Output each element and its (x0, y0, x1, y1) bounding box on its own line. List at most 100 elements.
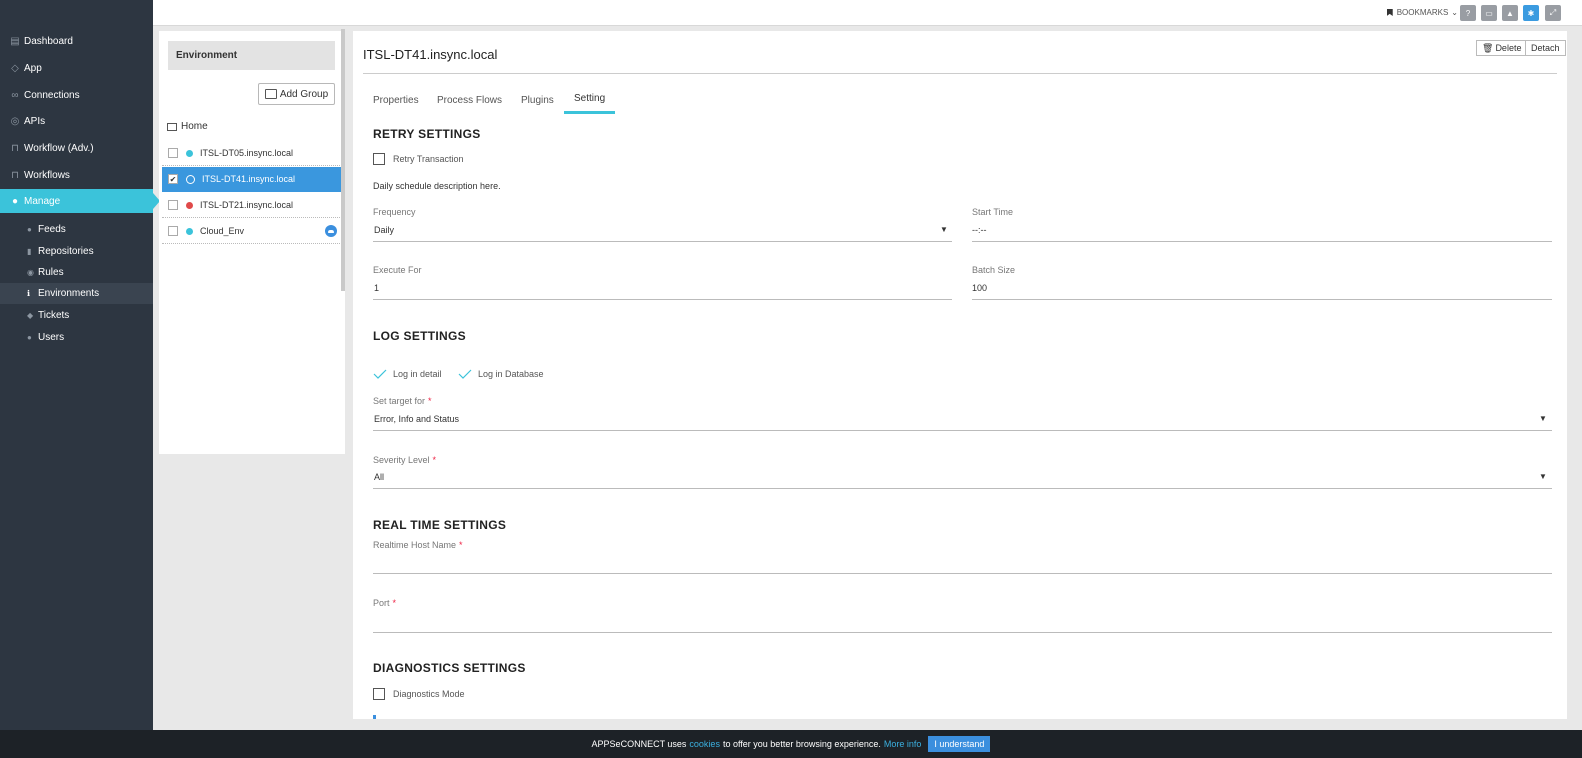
nav-label: Workflows (24, 169, 70, 181)
chat-icon[interactable]: ▭ (1481, 5, 1497, 21)
env-row[interactable]: Cloud_Env (162, 219, 342, 244)
env-name: ITSL-DT05.insync.local (200, 148, 294, 158)
nav-label: Connections (24, 89, 80, 101)
env-row[interactable]: ITSL-DT05.insync.local (162, 141, 342, 166)
subnav-label: Environments (38, 288, 100, 299)
schedule-description: Daily schedule description here. (373, 181, 501, 191)
env-checkbox[interactable]: ✔ (168, 174, 178, 184)
frequency-select[interactable]: Daily (374, 225, 394, 235)
focus-indicator (373, 715, 376, 719)
log-in-detail-label: Log in detail (393, 369, 442, 379)
i-understand-button[interactable]: I understand (928, 736, 991, 752)
start-time-input[interactable]: --:-- (972, 225, 987, 235)
subnav-users[interactable]: ● Users (0, 327, 153, 348)
required-mark: * (432, 455, 437, 465)
nav-label: Workflow (Adv.) (24, 142, 94, 154)
diagnostics-mode-checkbox[interactable]: Diagnostics Mode (373, 688, 465, 700)
panel-scrollbar[interactable] (341, 29, 345, 291)
cookie-banner: APPSeCONNECT uses cookies to offer you b… (0, 730, 1582, 758)
title-divider (363, 73, 1557, 74)
connections-icon: ∞ (11, 89, 19, 101)
home-folder[interactable]: Home (167, 121, 208, 132)
subnav-repositories[interactable]: ▮ Repositories (0, 241, 153, 262)
nav-manage[interactable]: ● Manage (0, 189, 160, 213)
cookies-link[interactable]: cookies (689, 739, 720, 749)
retry-transaction-checkbox[interactable]: Retry Transaction (373, 153, 464, 165)
subnav-tickets[interactable]: ◆ Tickets (0, 305, 153, 326)
execute-for-label: Execute For (373, 265, 422, 275)
execute-for-input[interactable]: 1 (374, 283, 379, 293)
checkbox-box[interactable] (373, 153, 385, 165)
subnav-environments[interactable]: ℹ Environments (0, 283, 153, 304)
env-checkbox[interactable] (168, 226, 178, 236)
batch-size-input[interactable]: 100 (972, 283, 987, 293)
chevron-down-icon: ⌄ (1451, 8, 1458, 17)
tab-setting[interactable]: Setting (564, 86, 616, 114)
nav-label: App (24, 62, 42, 74)
nav-workflow-adv[interactable]: ⊓ Workflow (Adv.) (0, 136, 153, 160)
tab-properties[interactable]: Properties (363, 86, 429, 114)
nav-label: Dashboard (24, 35, 73, 47)
severity-underline (373, 488, 1552, 489)
batch-size-label: Batch Size (972, 265, 1016, 275)
tab-process-flows[interactable]: Process Flows (427, 86, 512, 114)
env-checkbox[interactable] (168, 148, 178, 158)
rules-icon: ◉ (27, 268, 34, 277)
users-icon: ● (27, 333, 32, 342)
required-mark: * (428, 396, 432, 406)
frequency-underline (373, 241, 952, 242)
dropdown-caret-icon[interactable]: ▼ (1539, 472, 1547, 481)
status-dot-icon (186, 201, 193, 209)
subnav-label: Tickets (38, 310, 70, 321)
batch-size-underline (972, 299, 1552, 300)
nav-app[interactable]: ◇ App (0, 56, 153, 80)
diagnostics-mode-label: Diagnostics Mode (393, 689, 465, 699)
severity-level-label: Severity Level * (373, 455, 436, 465)
subnav-label: Users (38, 332, 65, 343)
delete-button[interactable]: 🗑 Delete (1476, 40, 1528, 56)
checkmark-icon (373, 369, 387, 379)
subnav-feeds[interactable]: ● Feeds (0, 219, 153, 240)
frequency-label: Frequency (373, 207, 416, 217)
set-target-select[interactable]: Error, Info and Status (374, 414, 459, 424)
help-icon[interactable]: ? (1460, 5, 1476, 21)
page-title: ITSL-DT41.insync.local (363, 47, 498, 62)
env-name: Cloud_Env (200, 226, 245, 236)
set-target-underline (373, 430, 1552, 431)
env-row[interactable]: ITSL-DT21.insync.local (162, 193, 342, 218)
severity-label-text: Severity Level (373, 455, 430, 465)
app-icon: ◇ (11, 62, 19, 74)
dropdown-caret-icon[interactable]: ▼ (1539, 414, 1547, 423)
env-checkbox[interactable] (168, 200, 178, 210)
start-time-label: Start Time (972, 207, 1014, 217)
bell-icon[interactable]: ▲ (1502, 5, 1518, 21)
dropdown-caret-icon[interactable]: ▼ (940, 225, 948, 234)
checkbox-box[interactable] (373, 688, 385, 700)
nav-workflows[interactable]: ⊓ Workflows (0, 163, 153, 187)
start-time-underline (972, 241, 1552, 242)
home-label: Home (181, 121, 208, 132)
nav-connections[interactable]: ∞ Connections (0, 83, 153, 107)
cloud-icon (325, 225, 337, 237)
delete-label: Delete (1495, 43, 1522, 53)
folder-icon (167, 122, 177, 131)
detach-button[interactable]: Detach (1525, 40, 1566, 56)
severity-level-select[interactable]: All (374, 472, 384, 482)
workflow-icon: ⊓ (11, 142, 19, 154)
more-info-link[interactable]: More info (884, 739, 922, 749)
nav-apis[interactable]: ◎ APIs (0, 109, 153, 133)
settings-icon[interactable]: ✱ (1523, 5, 1539, 21)
nav-label: APIs (24, 115, 46, 127)
log-in-detail-checkbox[interactable]: Log in detail (373, 369, 442, 379)
detach-label: Detach (1531, 43, 1560, 53)
topbar: BOOKMARKS ⌄ ? ▭ ▲ ✱ ⤢ (153, 0, 1582, 26)
log-in-database-checkbox[interactable]: Log in Database (458, 369, 544, 379)
tab-plugins[interactable]: Plugins (511, 86, 564, 114)
env-row[interactable]: ✔ ITSL-DT41.insync.local (162, 167, 342, 192)
subnav-rules[interactable]: ◉ Rules (0, 262, 153, 283)
cookie-text-prefix: APPSeCONNECT uses (591, 739, 687, 749)
expand-icon[interactable]: ⤢ (1545, 5, 1561, 21)
bookmarks-menu[interactable]: BOOKMARKS ⌄ (1386, 8, 1458, 17)
nav-dashboard[interactable]: ▤ Dashboard (0, 29, 153, 53)
add-group-button[interactable]: Add Group (258, 83, 335, 105)
